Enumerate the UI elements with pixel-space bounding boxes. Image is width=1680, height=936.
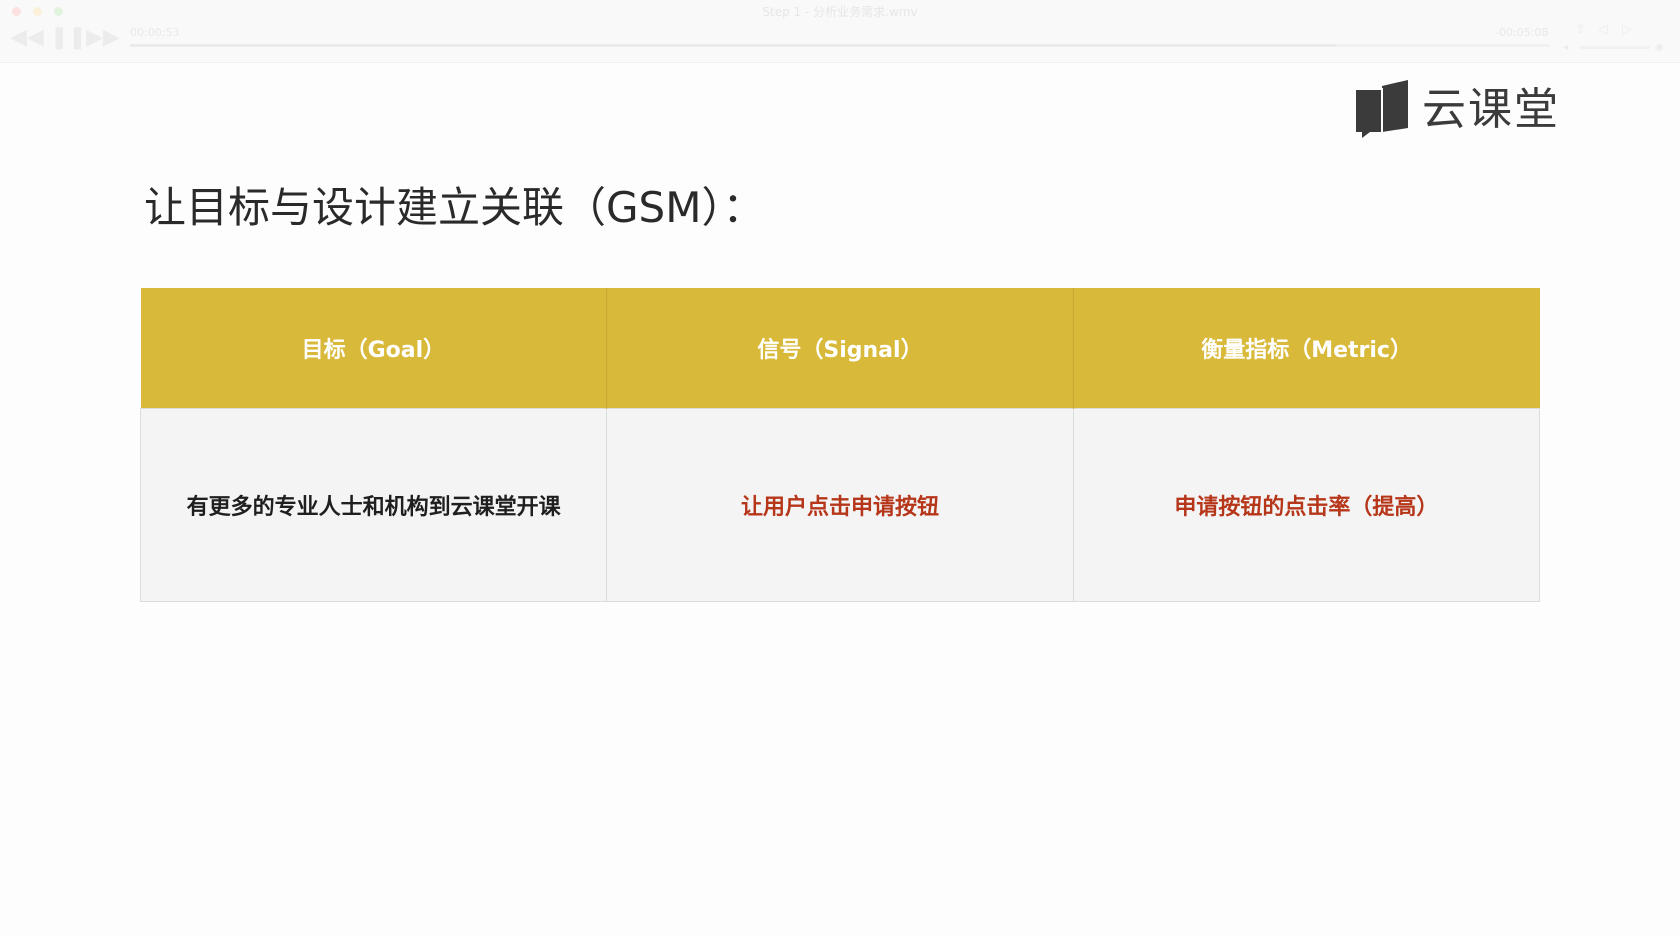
rewind-icon[interactable]: ◀◀ [10, 24, 44, 52]
airplay-icon[interactable]: ◁ [1598, 22, 1608, 37]
header-metric: 衡量指标（Metric） [1073, 288, 1540, 409]
volume-low-icon: ◂ [1563, 42, 1569, 53]
window-title: Step 1 - 分析业务需求.wmv [762, 5, 918, 19]
playback-progress-fill [130, 44, 1337, 47]
header-goal: 目标（Goal） [140, 288, 608, 409]
elapsed-time: 00:00:53 [130, 26, 180, 39]
cell-signal: 让用户点击申请按钮 [606, 408, 1074, 602]
play-icon[interactable]: ▷ [1622, 22, 1632, 37]
yunketang-logo: 云课堂 [1352, 80, 1562, 140]
logo-text: 云课堂 [1422, 84, 1560, 135]
playback-progress-bar[interactable] [130, 44, 1550, 47]
cell-goal: 有更多的专业人士和机构到云课堂开课 [139, 408, 608, 602]
slide-title: 让目标与设计建立关联（GSM）： [144, 183, 765, 232]
pause-icon[interactable]: ❚❚ [50, 24, 87, 52]
gsm-table: 目标（Goal） 信号（Signal） 衡量指标（Metric） 有更多的专业人… [139, 288, 1541, 602]
header-signal: 信号（Signal） [606, 288, 1074, 409]
volume-slider[interactable] [1580, 46, 1650, 49]
table-header-row: 目标（Goal） 信号（Signal） 衡量指标（Metric） [140, 288, 1540, 409]
player-controls-bar: Step 1 - 分析业务需求.wmv ◀◀ ❚❚ ▶▶ 00:00:53 -0… [0, 0, 1680, 63]
cell-metric: 申请按钮的点击率（提高） [1072, 408, 1541, 602]
fast-forward-icon[interactable]: ▶▶ [86, 24, 120, 52]
book-logo-icon [1356, 80, 1408, 138]
share-icon[interactable]: ⇪ [1575, 22, 1586, 37]
remaining-time: -00:05:08 [1495, 26, 1549, 39]
table-row: 有更多的专业人士和机构到云课堂开课 让用户点击申请按钮 申请按钮的点击率（提高） [139, 408, 1541, 602]
video-player-window: Step 1 - 分析业务需求.wmv ◀◀ ❚❚ ▶▶ 00:00:53 -0… [0, 0, 1680, 936]
volume-high-icon: ◉ [1655, 42, 1664, 53]
